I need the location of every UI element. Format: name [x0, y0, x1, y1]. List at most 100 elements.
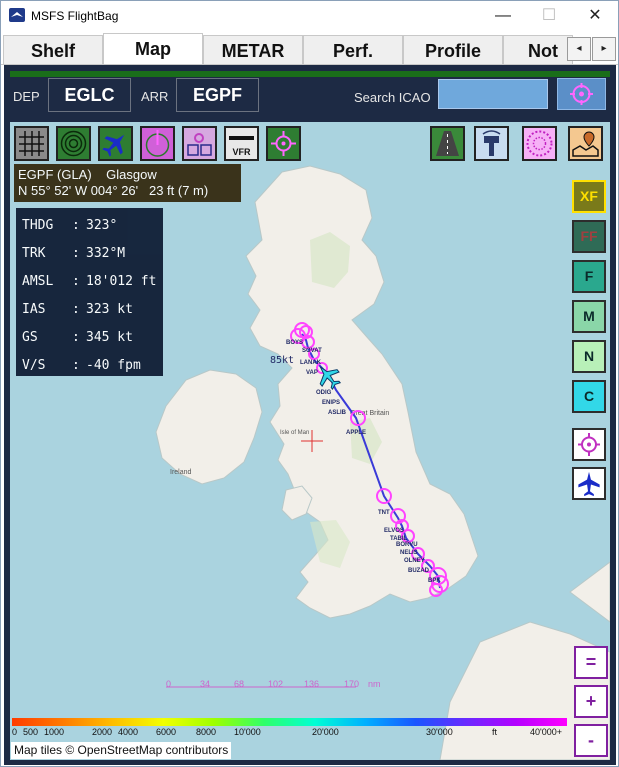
waypoint-label: ELVOS	[384, 528, 404, 534]
heading-compass-button[interactable]	[140, 126, 175, 161]
runway-layer-button[interactable]	[430, 126, 465, 161]
follow-aircraft-icon	[578, 471, 600, 497]
waypoint-label: VAP	[306, 370, 318, 376]
airport-coordinates: N 55° 52' W 004° 26' 23 ft (7 m)	[18, 183, 209, 198]
tab-shelf[interactable]: Shelf	[3, 35, 103, 64]
zoom-in-button[interactable]: +	[574, 685, 608, 718]
scale-tick: 34	[200, 679, 210, 689]
center-map-button[interactable]	[572, 428, 606, 461]
altitude-tick: 0	[12, 727, 18, 737]
flight-data-sep: :	[72, 302, 80, 317]
close-button[interactable]: ✕	[572, 1, 618, 31]
waypoint-label: NELIS	[400, 550, 418, 556]
map-style-ff-button[interactable]: FF	[572, 220, 606, 253]
flight-data-sep: :	[72, 246, 80, 261]
flight-data-sep: :	[72, 330, 80, 345]
altitude-tick: 6000	[156, 727, 177, 737]
runway-icon	[436, 131, 459, 156]
follow-aircraft-button[interactable]	[572, 467, 606, 500]
flight-data-key: THDG	[22, 218, 54, 233]
arr-field[interactable]: EGPF	[176, 78, 259, 112]
waypoint-label: BOYS	[286, 340, 303, 346]
navaid-toggle-button[interactable]	[182, 126, 217, 161]
tab-notes[interactable]: Not	[503, 35, 573, 64]
title-bar: MSFS FlightBag — ☐ ✕	[1, 1, 618, 31]
tab-map[interactable]: Map	[103, 33, 203, 64]
maximize-button[interactable]: ☐	[526, 1, 572, 31]
app-window: MSFS FlightBag — ☐ ✕ Shelf Map METAR Per…	[0, 0, 619, 767]
flight-data-key: AMSL	[22, 274, 54, 289]
scale-tick: 102	[268, 679, 283, 689]
dep-field[interactable]: EGLC	[48, 78, 131, 112]
target-toggle-button[interactable]	[266, 126, 301, 161]
flight-data-value: 323 kt	[86, 302, 133, 317]
waypoint-label: BORVU	[396, 542, 418, 548]
map-attribution: Map tiles © OpenStreetMap contributors	[11, 742, 232, 759]
altitude-unit: ft	[492, 727, 498, 737]
waypoint-label: ENIPS	[322, 400, 340, 406]
scale-tick: 136	[304, 679, 319, 689]
altitude-ticks: 0 500 1000 2000 4000 6000 8000 10'000 20…	[10, 727, 570, 739]
flight-data-value: 345 kt	[86, 330, 133, 345]
altitude-tick: 10'000	[234, 727, 261, 737]
tab-perf[interactable]: Perf.	[303, 35, 403, 64]
flight-data-key: GS	[22, 330, 38, 345]
search-icao-button[interactable]	[557, 78, 606, 110]
tower-layer-button[interactable]	[474, 126, 509, 161]
altitude-tick: 30'000	[426, 727, 453, 737]
map-style-m-button[interactable]: M	[572, 300, 606, 333]
aircraft-icon	[102, 134, 125, 157]
arr-label: ARR	[141, 89, 169, 104]
vfr-icon: VFR	[229, 136, 254, 157]
tab-scroll-left-button[interactable]: ◂	[567, 37, 591, 61]
altitude-color-bar	[12, 718, 567, 726]
grid-icon	[19, 131, 44, 156]
flight-data-row: IAS:323 kt	[22, 296, 157, 324]
zoom-reset-button[interactable]: =	[574, 646, 608, 679]
flight-data-sep: :	[72, 358, 80, 373]
map-style-f-button[interactable]: F	[572, 260, 606, 293]
crosshair-icon	[570, 83, 593, 105]
flight-data-value: 332°M	[86, 246, 126, 261]
flight-data-key: TRK	[22, 246, 46, 261]
vfr-text: VFR	[233, 147, 252, 157]
control-tower-icon	[482, 130, 501, 156]
tab-profile[interactable]: Profile	[403, 35, 503, 64]
waypoint-label: ASLIB	[328, 410, 347, 416]
airport-info-box: EGPF (GLA) Glasgow N 55° 52' W 004° 26' …	[14, 164, 241, 202]
radar-rings-icon	[60, 130, 87, 157]
waypoint-label: ODIG	[316, 390, 332, 396]
navaid-rose-icon	[526, 130, 553, 157]
waypoint-label: BUZAD	[408, 568, 430, 574]
tab-metar[interactable]: METAR	[203, 35, 303, 64]
map-style-c-button[interactable]: C	[572, 380, 606, 413]
flight-data-sep: :	[72, 218, 80, 233]
flight-data-value: 18'012 ft	[86, 274, 157, 289]
vfr-toggle-button[interactable]: VFR	[224, 126, 259, 161]
zoom-out-button[interactable]: -	[574, 724, 608, 757]
minimize-button[interactable]: —	[480, 1, 526, 31]
app-icon	[9, 8, 25, 22]
waypoint-label: BPK	[428, 578, 441, 584]
tab-bar: Shelf Map METAR Perf. Profile Not ◂ ▸	[1, 33, 618, 65]
window-title: MSFS FlightBag	[31, 9, 119, 23]
waypoint-label: APPLE	[346, 430, 366, 436]
grid-toggle-button[interactable]	[14, 126, 49, 161]
altitude-tick: 20'000	[312, 727, 339, 737]
flight-data-row: V/S: -40 fpm	[22, 352, 157, 380]
compass-heading-icon	[145, 130, 170, 157]
range-rings-button[interactable]	[56, 126, 91, 161]
map-style-n-button[interactable]: N	[572, 340, 606, 373]
flight-data-row: TRK:332°M	[22, 240, 157, 268]
tab-scroll-right-button[interactable]: ▸	[592, 37, 616, 61]
scale-tick: 0	[166, 679, 171, 689]
map-pin-layer-button[interactable]	[568, 126, 603, 161]
map-view[interactable]: Great Britain Isle of Man Ireland BOYS S…	[10, 122, 610, 760]
flight-data-value: 323°	[86, 218, 118, 233]
search-icao-input[interactable]	[438, 79, 548, 109]
aircraft-toggle-button[interactable]	[98, 126, 133, 161]
altitude-tick: 1000	[44, 727, 65, 737]
flight-data-row: THDG:323°	[22, 212, 157, 240]
map-style-xf-button[interactable]: XF	[572, 180, 606, 213]
navaid-layer-button[interactable]	[522, 126, 557, 161]
